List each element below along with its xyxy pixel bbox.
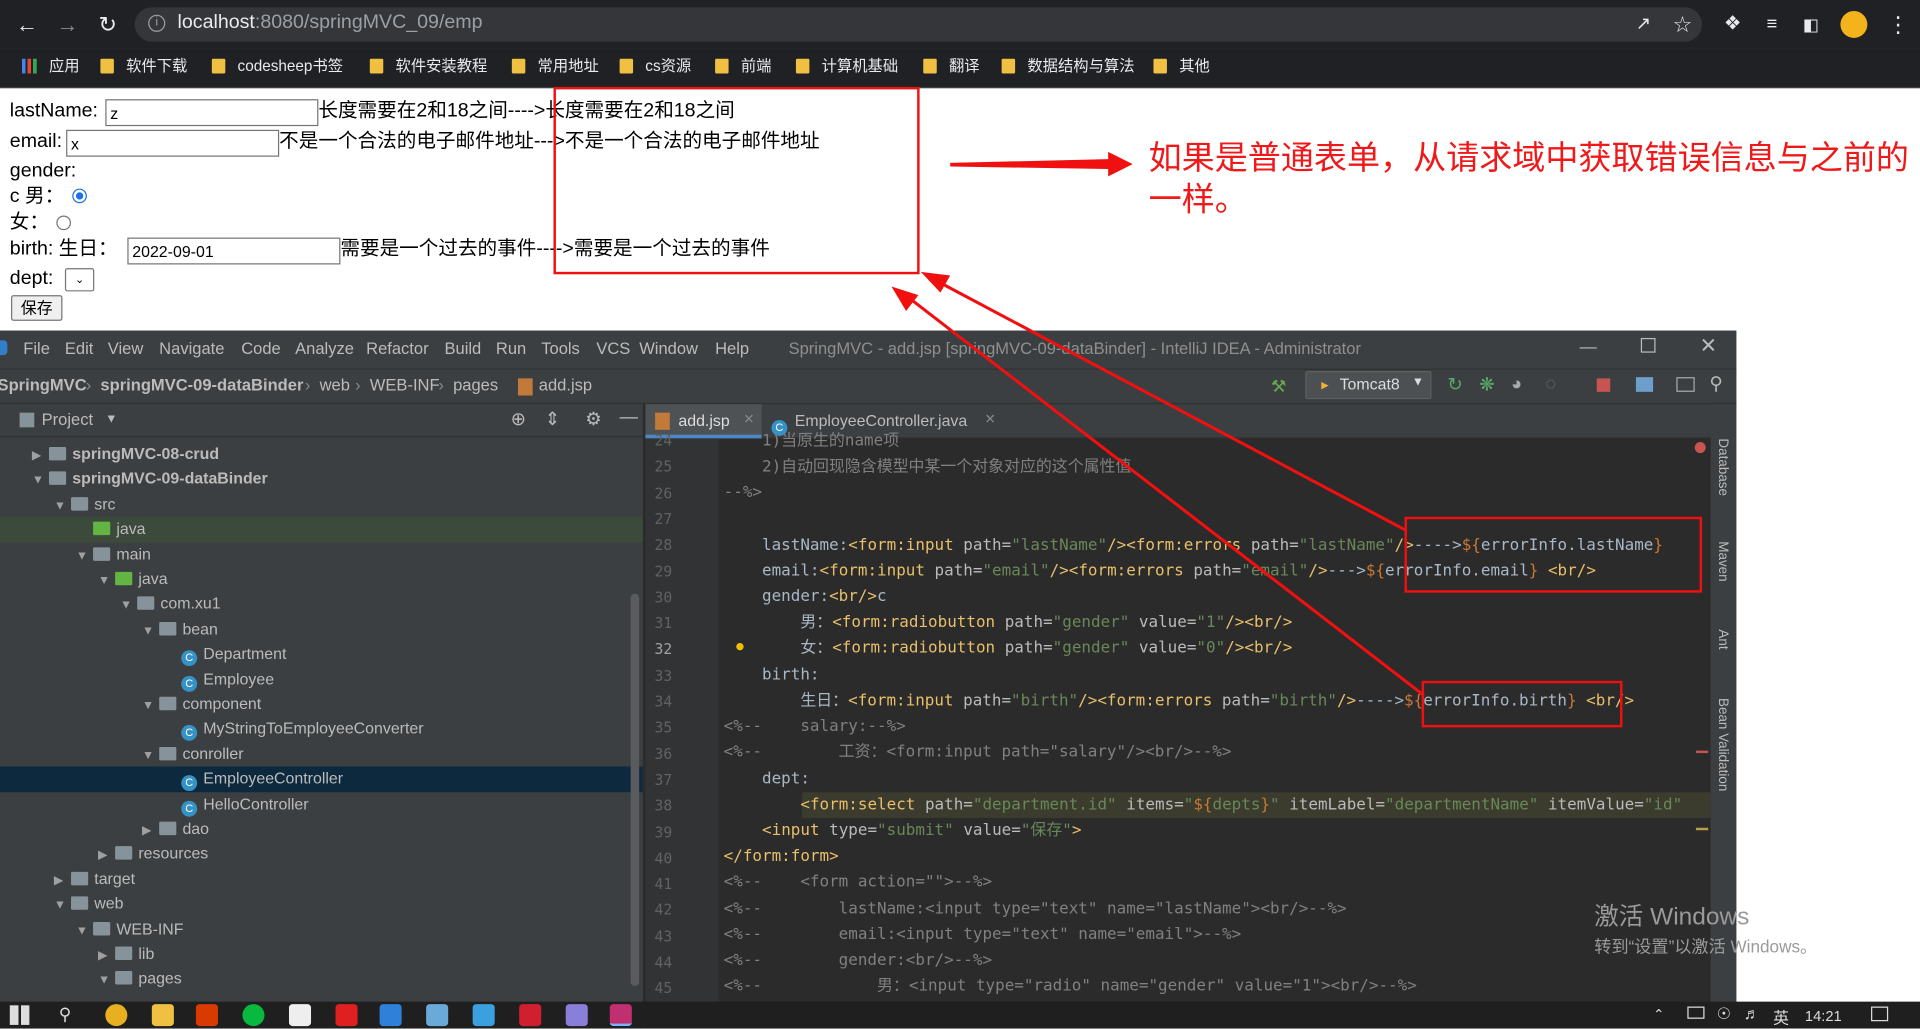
- app-icon[interactable]: [565, 1004, 588, 1027]
- app-icon[interactable]: [335, 1004, 358, 1027]
- watermark-title: 激活 Windows: [1594, 903, 1750, 931]
- chevron-up-icon[interactable]: ⌃: [1653, 1007, 1664, 1023]
- notification-icon[interactable]: [1871, 1006, 1889, 1022]
- arrow-line: [907, 296, 1426, 697]
- battery-icon[interactable]: [1687, 1006, 1705, 1019]
- app-icon[interactable]: [472, 1004, 495, 1027]
- windows-start-icon[interactable]: [9, 1005, 30, 1025]
- wifi-icon[interactable]: ☉: [1717, 1004, 1731, 1024]
- arrow-head: [891, 286, 919, 312]
- ime-indicator[interactable]: 英: [1773, 1005, 1789, 1028]
- watermark-subtitle: 转到“设置”以激活 Windows。: [1594, 936, 1818, 957]
- vscode-icon[interactable]: [379, 1004, 402, 1027]
- volume-icon[interactable]: ♬: [1744, 1004, 1760, 1022]
- clock[interactable]: 14:21: [1805, 1008, 1842, 1025]
- arrow-head: [920, 271, 951, 293]
- chrome-icon[interactable]: [105, 1004, 128, 1027]
- wechat-icon[interactable]: [242, 1004, 265, 1027]
- office-icon[interactable]: [195, 1004, 218, 1027]
- virtualbox-icon[interactable]: [426, 1004, 449, 1027]
- arrow-line: [939, 281, 1407, 532]
- explorer-icon[interactable]: [151, 1004, 174, 1027]
- search-icon[interactable]: ⚲: [59, 1004, 72, 1025]
- windows-watermark: 激活 Windows 转到“设置”以激活 Windows。: [1594, 896, 1817, 958]
- wps-icon[interactable]: [519, 1004, 542, 1027]
- intellij-icon[interactable]: [609, 1004, 632, 1027]
- typora-icon[interactable]: [288, 1004, 312, 1027]
- annotation-arrows: [891, 151, 1426, 697]
- arrow-right: [950, 151, 1133, 177]
